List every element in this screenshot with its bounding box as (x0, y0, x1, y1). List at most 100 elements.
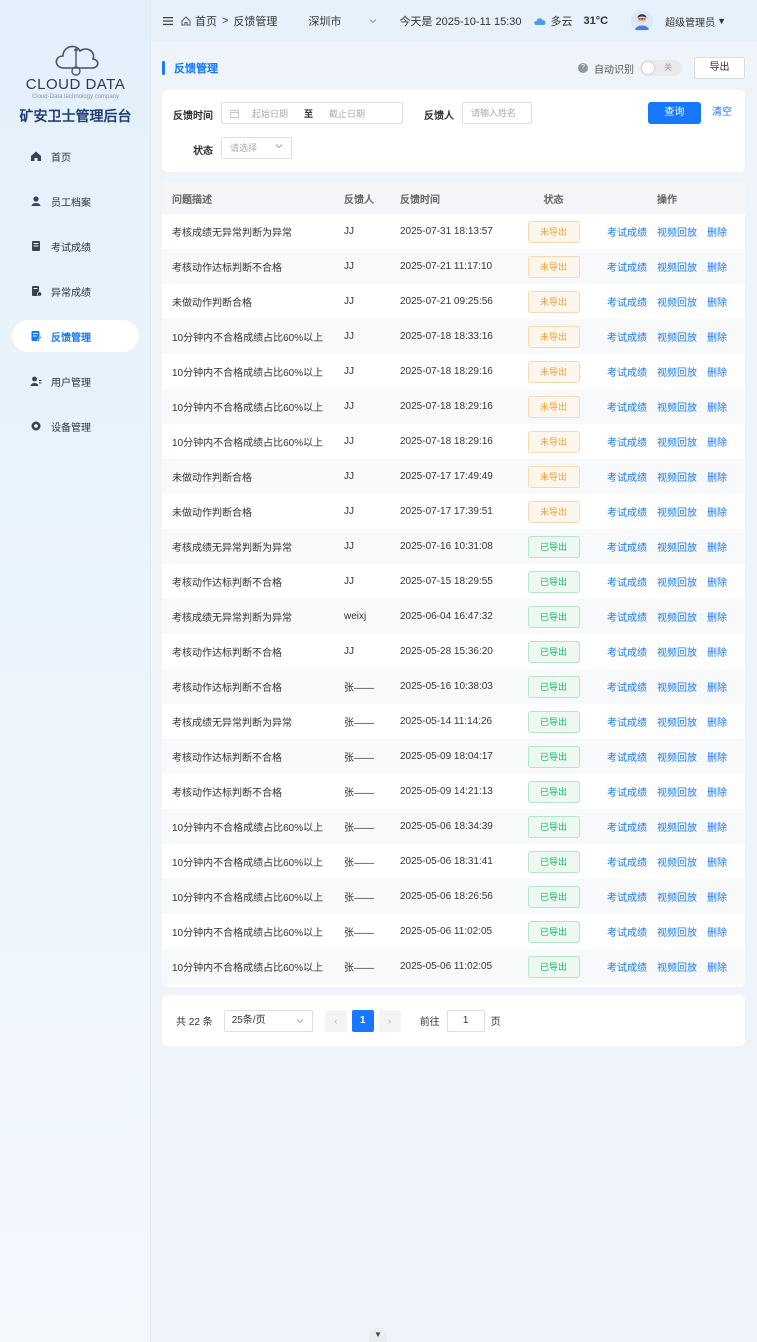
delete-link[interactable]: 删除 (707, 683, 727, 694)
exam-score-link[interactable]: 考试成绩 (607, 473, 647, 484)
sidebar-item[interactable]: 反馈管理 (12, 320, 139, 352)
delete-link[interactable]: 删除 (707, 893, 727, 904)
delete-link[interactable]: 删除 (707, 298, 727, 309)
video-playback-link[interactable]: 视频回放 (657, 718, 697, 729)
delete-link[interactable]: 删除 (707, 508, 727, 519)
sidebar-item[interactable]: 异常成绩 (12, 275, 139, 307)
start-date-input[interactable]: 起始日期 (252, 107, 288, 120)
prev-page-button[interactable]: ‹ (324, 1009, 347, 1032)
delete-link[interactable]: 删除 (707, 333, 727, 344)
video-playback-link[interactable]: 视频回放 (657, 683, 697, 694)
exam-score-link[interactable]: 考试成绩 (607, 613, 647, 624)
help-icon[interactable]: ? (578, 63, 588, 73)
menu-toggle-icon[interactable] (163, 16, 173, 26)
row-person: JJ (344, 646, 354, 657)
chevron-down-icon[interactable] (369, 17, 377, 25)
video-playback-link[interactable]: 视频回放 (657, 438, 697, 449)
video-playback-link[interactable]: 视频回放 (657, 753, 697, 764)
video-playback-link[interactable]: 视频回放 (657, 788, 697, 799)
exam-score-link[interactable]: 考试成绩 (607, 928, 647, 939)
exam-score-link[interactable]: 考试成绩 (607, 298, 647, 309)
video-playback-link[interactable]: 视频回放 (657, 403, 697, 414)
exam-score-link[interactable]: 考试成绩 (607, 823, 647, 834)
video-playback-link[interactable]: 视频回放 (657, 578, 697, 589)
video-playback-link[interactable]: 视频回放 (657, 963, 697, 974)
employee-icon (30, 195, 42, 207)
video-playback-link[interactable]: 视频回放 (657, 333, 697, 344)
filter-panel: 反馈时间 起始日期 至 截止日期 反馈人 请输入姓名 查询 清空 状态 请选择 (162, 90, 745, 172)
video-playback-link[interactable]: 视频回放 (657, 228, 697, 239)
delete-link[interactable]: 删除 (707, 753, 727, 764)
delete-link[interactable]: 删除 (707, 578, 727, 589)
video-playback-link[interactable]: 视频回放 (657, 648, 697, 659)
exam-score-link[interactable]: 考试成绩 (607, 718, 647, 729)
exam-score-link[interactable]: 考试成绩 (607, 368, 647, 379)
delete-link[interactable]: 删除 (707, 858, 727, 869)
export-button[interactable]: 导出 (694, 57, 745, 79)
sidebar-item[interactable]: 考试成绩 (12, 230, 139, 262)
delete-link[interactable]: 删除 (707, 263, 727, 274)
delete-link[interactable]: 删除 (707, 543, 727, 554)
next-page-button[interactable]: › (378, 1009, 401, 1032)
exam-score-link[interactable]: 考试成绩 (607, 753, 647, 764)
delete-link[interactable]: 删除 (707, 788, 727, 799)
page-number-current[interactable]: 1 (351, 1009, 374, 1032)
scroll-down-button[interactable]: ▼ (369, 1328, 387, 1342)
goto-page-input[interactable]: 1 (446, 1009, 485, 1032)
video-playback-link[interactable]: 视频回放 (657, 613, 697, 624)
video-playback-link[interactable]: 视频回放 (657, 858, 697, 869)
delete-link[interactable]: 删除 (707, 473, 727, 484)
video-playback-link[interactable]: 视频回放 (657, 928, 697, 939)
video-playback-link[interactable]: 视频回放 (657, 298, 697, 309)
delete-link[interactable]: 删除 (707, 368, 727, 379)
admin-dropdown-icon[interactable]: ▼ (717, 16, 726, 26)
home-icon (181, 16, 191, 26)
end-date-input[interactable]: 截止日期 (329, 107, 365, 120)
exam-score-link[interactable]: 考试成绩 (607, 858, 647, 869)
person-name-input[interactable]: 请输入姓名 (462, 102, 532, 124)
date-range-picker[interactable]: 起始日期 至 截止日期 (221, 102, 403, 124)
exam-score-link[interactable]: 考试成绩 (607, 788, 647, 799)
exam-score-link[interactable]: 考试成绩 (607, 263, 647, 274)
video-playback-link[interactable]: 视频回放 (657, 823, 697, 834)
exam-score-link[interactable]: 考试成绩 (607, 228, 647, 239)
exam-score-link[interactable]: 考试成绩 (607, 683, 647, 694)
clear-button[interactable]: 清空 (712, 102, 732, 124)
video-playback-link[interactable]: 视频回放 (657, 473, 697, 484)
page-size-select[interactable]: 25条/页 (223, 1009, 313, 1032)
avatar[interactable] (631, 10, 654, 32)
sidebar-item[interactable]: 设备管理 (12, 410, 139, 442)
exam-score-link[interactable]: 考试成绩 (607, 543, 647, 554)
video-playback-link[interactable]: 视频回放 (657, 263, 697, 274)
exam-score-link[interactable]: 考试成绩 (607, 508, 647, 519)
delete-link[interactable]: 删除 (707, 718, 727, 729)
delete-link[interactable]: 删除 (707, 403, 727, 414)
sidebar-item[interactable]: 用户管理 (12, 365, 139, 397)
delete-link[interactable]: 删除 (707, 928, 727, 939)
exam-score-link[interactable]: 考试成绩 (607, 333, 647, 344)
auto-detect-toggle[interactable]: 关 (640, 60, 682, 76)
delete-link[interactable]: 删除 (707, 438, 727, 449)
video-playback-link[interactable]: 视频回放 (657, 508, 697, 519)
sidebar-item[interactable]: 员工档案 (12, 185, 139, 217)
exam-score-link[interactable]: 考试成绩 (607, 438, 647, 449)
delete-link[interactable]: 删除 (707, 228, 727, 239)
sidebar-item[interactable]: 首页 (12, 140, 139, 172)
query-button[interactable]: 查询 (648, 102, 701, 124)
exam-score-link[interactable]: 考试成绩 (607, 893, 647, 904)
video-playback-link[interactable]: 视频回放 (657, 893, 697, 904)
video-playback-link[interactable]: 视频回放 (657, 543, 697, 554)
status-select[interactable]: 请选择 (221, 137, 292, 159)
exam-score-link[interactable]: 考试成绩 (607, 648, 647, 659)
delete-link[interactable]: 删除 (707, 963, 727, 974)
city-select[interactable]: 深圳市 (308, 13, 341, 29)
exam-score-link[interactable]: 考试成绩 (607, 578, 647, 589)
breadcrumb-home[interactable]: 首页 (195, 13, 217, 29)
video-playback-link[interactable]: 视频回放 (657, 368, 697, 379)
delete-link[interactable]: 删除 (707, 823, 727, 834)
admin-name[interactable]: 超级管理员 (665, 14, 715, 29)
delete-link[interactable]: 删除 (707, 648, 727, 659)
delete-link[interactable]: 删除 (707, 613, 727, 624)
exam-score-link[interactable]: 考试成绩 (607, 963, 647, 974)
exam-score-link[interactable]: 考试成绩 (607, 403, 647, 414)
